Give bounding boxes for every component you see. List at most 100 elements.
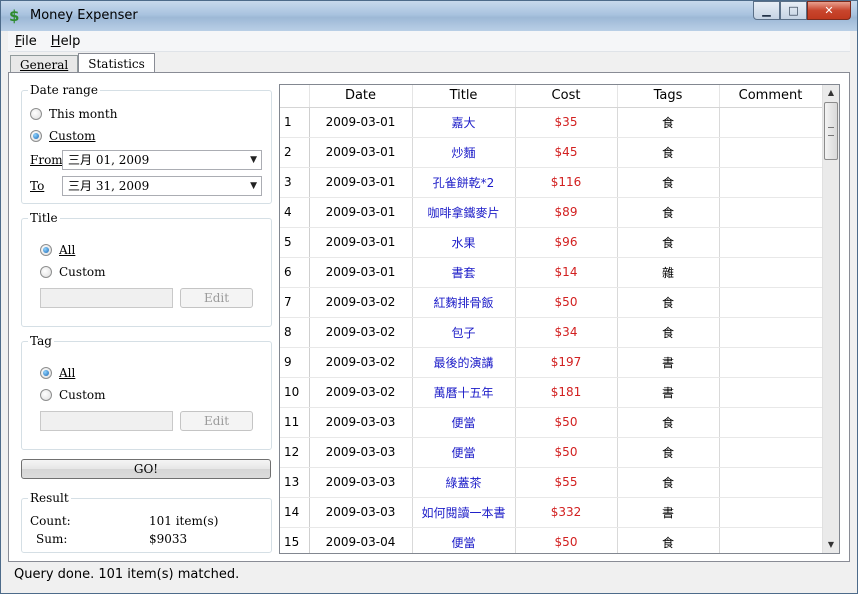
this-month-option[interactable]: This month	[30, 107, 117, 121]
scroll-up-icon[interactable]: ▲	[823, 85, 839, 101]
cost-cell[interactable]: $50	[515, 527, 618, 553]
tag-custom-input[interactable]	[40, 411, 173, 431]
date-cell[interactable]: 2009-03-02	[309, 347, 413, 378]
column-header-comment[interactable]: Comment	[719, 85, 823, 108]
row-number-cell[interactable]: 5	[280, 227, 310, 258]
cost-cell[interactable]: $89	[515, 197, 618, 228]
comment-cell[interactable]	[719, 527, 823, 553]
cost-cell[interactable]: $50	[515, 437, 618, 468]
comment-cell[interactable]	[719, 347, 823, 378]
tab-statistics[interactable]: Statistics	[78, 53, 155, 74]
cost-cell[interactable]: $34	[515, 317, 618, 348]
row-number-cell[interactable]: 8	[280, 317, 310, 348]
title-cell[interactable]: 便當	[412, 527, 516, 553]
title-custom-option[interactable]: Custom	[40, 265, 106, 279]
tag-cell[interactable]: 食	[617, 167, 720, 198]
to-date-picker[interactable]: 三月 31, 2009 ▼	[62, 176, 262, 196]
title-cell[interactable]: 包子	[412, 317, 516, 348]
scroll-thumb[interactable]	[824, 102, 838, 160]
tag-cell[interactable]: 食	[617, 527, 720, 553]
title-cell[interactable]: 最後的演講	[412, 347, 516, 378]
cost-cell[interactable]: $332	[515, 497, 618, 528]
column-header-date[interactable]: Date	[309, 85, 413, 108]
title-cell[interactable]: 孔雀餅乾*2	[412, 167, 516, 198]
cost-cell[interactable]: $50	[515, 287, 618, 318]
table-row[interactable]: 3 2009-03-01 孔雀餅乾*2 $116 食	[280, 167, 823, 198]
comment-cell[interactable]	[719, 317, 823, 348]
comment-cell[interactable]	[719, 227, 823, 258]
table-row[interactable]: 7 2009-03-02 紅麴排骨飯 $50 食	[280, 287, 823, 318]
tag-cell[interactable]: 食	[617, 317, 720, 348]
comment-cell[interactable]	[719, 257, 823, 288]
date-cell[interactable]: 2009-03-03	[309, 437, 413, 468]
table-row[interactable]: 12 2009-03-03 便當 $50 食	[280, 437, 823, 468]
cost-cell[interactable]: $181	[515, 377, 618, 408]
column-header-cost[interactable]: Cost	[515, 85, 618, 108]
tag-cell[interactable]: 食	[617, 287, 720, 318]
comment-cell[interactable]	[719, 467, 823, 498]
vertical-scrollbar[interactable]: ▲ ▼	[822, 85, 839, 553]
title-cell[interactable]: 如何閱讀一本書	[412, 497, 516, 528]
go-button[interactable]: GO!	[21, 459, 271, 479]
row-number-cell[interactable]: 4	[280, 197, 310, 228]
tag-cell[interactable]: 食	[617, 467, 720, 498]
tag-cell[interactable]: 食	[617, 227, 720, 258]
tag-cell[interactable]: 雜	[617, 257, 720, 288]
date-cell[interactable]: 2009-03-03	[309, 467, 413, 498]
scroll-down-icon[interactable]: ▼	[823, 537, 839, 553]
comment-cell[interactable]	[719, 437, 823, 468]
title-cell[interactable]: 萬曆十五年	[412, 377, 516, 408]
cost-cell[interactable]: $14	[515, 257, 618, 288]
tag-custom-option[interactable]: Custom	[40, 388, 106, 402]
custom-date-radio[interactable]	[30, 130, 42, 142]
cost-cell[interactable]: $96	[515, 227, 618, 258]
row-number-cell[interactable]: 2	[280, 137, 310, 168]
title-cell[interactable]: 書套	[412, 257, 516, 288]
column-header-title[interactable]: Title	[412, 85, 516, 108]
title-cell[interactable]: 綠蓋茶	[412, 467, 516, 498]
comment-cell[interactable]	[719, 377, 823, 408]
tag-cell[interactable]: 食	[617, 107, 720, 138]
cost-cell[interactable]: $116	[515, 167, 618, 198]
from-date-picker[interactable]: 三月 01, 2009 ▼	[62, 150, 262, 170]
cost-cell[interactable]: $45	[515, 137, 618, 168]
date-cell[interactable]: 2009-03-02	[309, 377, 413, 408]
tag-cell[interactable]: 食	[617, 407, 720, 438]
title-all-radio[interactable]	[40, 244, 52, 256]
row-number-cell[interactable]: 13	[280, 467, 310, 498]
tag-cell[interactable]: 書	[617, 377, 720, 408]
date-cell[interactable]: 2009-03-01	[309, 197, 413, 228]
expense-grid[interactable]: Date Title Cost Tags Comment 1 2009-03-01…	[279, 84, 840, 554]
table-row[interactable]: 10 2009-03-02 萬曆十五年 $181 書	[280, 377, 823, 408]
table-row[interactable]: 5 2009-03-01 水果 $96 食	[280, 227, 823, 258]
date-cell[interactable]: 2009-03-01	[309, 137, 413, 168]
title-custom-radio[interactable]	[40, 266, 52, 278]
custom-date-option[interactable]: Custom	[30, 129, 96, 143]
comment-cell[interactable]	[719, 107, 823, 138]
date-cell[interactable]: 2009-03-01	[309, 167, 413, 198]
maximize-button[interactable]: □	[780, 1, 807, 20]
row-number-cell[interactable]: 12	[280, 437, 310, 468]
date-cell[interactable]: 2009-03-03	[309, 407, 413, 438]
cost-cell[interactable]: $50	[515, 407, 618, 438]
table-row[interactable]: 11 2009-03-03 便當 $50 食	[280, 407, 823, 438]
minimize-button[interactable]: ▁	[753, 1, 780, 20]
comment-cell[interactable]	[719, 287, 823, 318]
row-number-cell[interactable]: 9	[280, 347, 310, 378]
title-cell[interactable]: 便當	[412, 407, 516, 438]
title-bar[interactable]: $ Money Expenser ▁ □ ✕	[1, 1, 857, 31]
tag-cell[interactable]: 書	[617, 347, 720, 378]
table-row[interactable]: 8 2009-03-02 包子 $34 食	[280, 317, 823, 348]
title-cell[interactable]: 便當	[412, 437, 516, 468]
corner-cell[interactable]	[280, 85, 310, 108]
date-cell[interactable]: 2009-03-04	[309, 527, 413, 553]
title-cell[interactable]: 紅麴排骨飯	[412, 287, 516, 318]
tag-edit-button[interactable]: Edit	[180, 411, 253, 431]
date-cell[interactable]: 2009-03-01	[309, 257, 413, 288]
row-number-cell[interactable]: 1	[280, 107, 310, 138]
table-row[interactable]: 9 2009-03-02 最後的演講 $197 書	[280, 347, 823, 378]
table-row[interactable]: 15 2009-03-04 便當 $50 食	[280, 527, 823, 553]
menu-file[interactable]: File	[8, 34, 44, 49]
row-number-cell[interactable]: 11	[280, 407, 310, 438]
row-number-cell[interactable]: 15	[280, 527, 310, 553]
